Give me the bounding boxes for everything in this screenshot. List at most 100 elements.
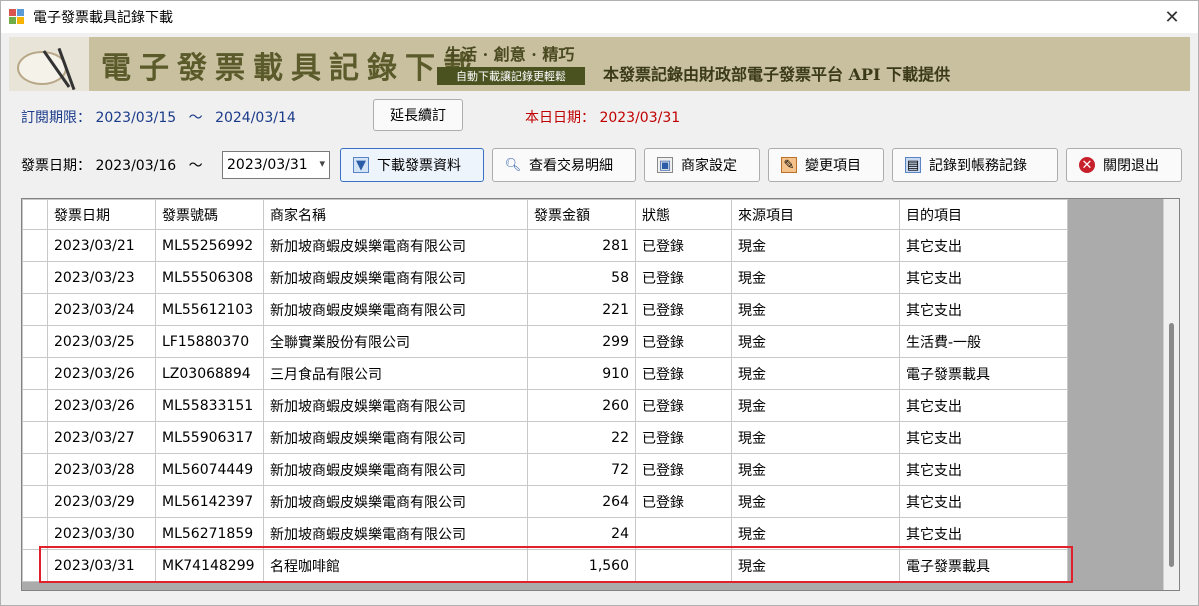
table-cell[interactable]: LZ03068894	[155, 357, 264, 390]
row-header-cell[interactable]	[22, 357, 48, 390]
close-exit-button[interactable]: ✕ 關閉退出	[1066, 148, 1182, 182]
table-cell[interactable]: 299	[527, 325, 636, 358]
window-close-button[interactable]: ✕	[1152, 3, 1192, 31]
table-row[interactable]: 2023/03/28 ML56074449 新加坡商蝦皮娛樂電商有限公司 72 已登錄現…	[22, 453, 1068, 486]
table-cell[interactable]: 新加坡商蝦皮娛樂電商有限公司	[263, 261, 528, 294]
table-cell[interactable]: 2023/03/29	[47, 485, 156, 518]
table-cell[interactable]: 其它支出	[899, 293, 1068, 326]
row-header-cell[interactable]	[22, 229, 48, 262]
table-cell[interactable]: 1,560	[527, 549, 636, 582]
row-header-cell[interactable]	[22, 293, 48, 326]
row-header-cell[interactable]	[22, 389, 48, 422]
table-cell[interactable]: 新加坡商蝦皮娛樂電商有限公司	[263, 293, 528, 326]
table-cell[interactable]: ML56271859	[155, 517, 264, 550]
table-cell[interactable]: ML55906317	[155, 421, 264, 454]
table-cell[interactable]: 已登錄	[635, 325, 732, 358]
table-cell[interactable]: 2023/03/24	[47, 293, 156, 326]
chevron-down-icon[interactable]: ▾	[319, 157, 325, 170]
table-cell[interactable]: 2023/03/28	[47, 453, 156, 486]
table-row[interactable]: 2023/03/21 ML55256992 新加坡商蝦皮娛樂電商有限公司 281 已登錄…	[22, 229, 1068, 262]
table-cell[interactable]: 現金	[731, 325, 900, 358]
table-row[interactable]: 2023/03/26 ML55833151 新加坡商蝦皮娛樂電商有限公司 260 已登錄…	[22, 389, 1068, 422]
table-cell[interactable]: ML55256992	[155, 229, 264, 262]
view-details-button[interactable]: 🔍︎ 查看交易明細	[492, 148, 636, 182]
table-cell[interactable]: 2023/03/26	[47, 389, 156, 422]
table-cell[interactable]: 已登錄	[635, 357, 732, 390]
table-row[interactable]: 2023/03/31 MK74148299 名程咖啡館 1,560 現金 電子發票載具	[22, 549, 1068, 582]
table-cell[interactable]: 260	[527, 389, 636, 422]
row-header-cell[interactable]	[22, 325, 48, 358]
table-cell[interactable]: 2023/03/27	[47, 421, 156, 454]
column-header[interactable]: 發票號碼	[155, 199, 264, 230]
column-header[interactable]: 狀態	[635, 199, 732, 230]
row-header-cell[interactable]	[22, 453, 48, 486]
table-cell[interactable]: 名程咖啡館	[263, 549, 528, 582]
vertical-scrollbar[interactable]	[1163, 199, 1179, 590]
table-cell[interactable]: 22	[527, 421, 636, 454]
table-cell[interactable]: ML55833151	[155, 389, 264, 422]
table-row[interactable]: 2023/03/26 LZ03068894 三月食品有限公司 910 已登錄 現金 電子發票…	[22, 357, 1068, 390]
record-to-accounts-button[interactable]: ▤ 記錄到帳務記錄	[892, 148, 1058, 182]
table-cell[interactable]: 現金	[731, 293, 900, 326]
table-cell[interactable]: 其它支出	[899, 261, 1068, 294]
table-cell[interactable]: 24	[527, 517, 636, 550]
table-cell[interactable]: 2023/03/21	[47, 229, 156, 262]
table-cell[interactable]: LF15880370	[155, 325, 264, 358]
table-cell[interactable]: 72	[527, 453, 636, 486]
table-cell[interactable]: 新加坡商蝦皮娛樂電商有限公司	[263, 389, 528, 422]
table-cell[interactable]	[635, 549, 732, 582]
table-cell[interactable]: 其它支出	[899, 517, 1068, 550]
table-cell[interactable]: 新加坡商蝦皮娛樂電商有限公司	[263, 485, 528, 518]
table-cell[interactable]: 現金	[731, 261, 900, 294]
merchant-settings-button[interactable]: ▣ 商家設定	[644, 148, 760, 182]
table-cell[interactable]: 現金	[731, 453, 900, 486]
table-cell[interactable]: 其它支出	[899, 485, 1068, 518]
table-cell[interactable]: 生活費-一般	[899, 325, 1068, 358]
table-cell[interactable]: 2023/03/26	[47, 357, 156, 390]
table-cell[interactable]: 三月食品有限公司	[263, 357, 528, 390]
table-cell[interactable]: 現金	[731, 357, 900, 390]
table-cell[interactable]: 現金	[731, 485, 900, 518]
table-cell[interactable]: 電子發票載具	[899, 357, 1068, 390]
extend-subscription-button[interactable]: 延長續訂	[373, 99, 463, 131]
download-invoices-button[interactable]: ▼ 下載發票資料	[340, 148, 484, 182]
scrollbar-thumb[interactable]	[1169, 323, 1174, 567]
table-row[interactable]: 2023/03/24 ML55612103 新加坡商蝦皮娛樂電商有限公司 221 已登錄…	[22, 293, 1068, 326]
table-cell[interactable]: 已登錄	[635, 261, 732, 294]
table-cell[interactable]	[635, 517, 732, 550]
table-cell[interactable]: MK74148299	[155, 549, 264, 582]
table-cell[interactable]: 已登錄	[635, 293, 732, 326]
table-row[interactable]: 2023/03/25 LF15880370 全聯實業股份有限公司 299 已登錄 現金 生活…	[22, 325, 1068, 358]
row-header-cell[interactable]	[22, 421, 48, 454]
table-cell[interactable]: 已登錄	[635, 453, 732, 486]
column-header[interactable]: 商家名稱	[263, 199, 528, 230]
table-cell[interactable]: 已登錄	[635, 485, 732, 518]
table-cell[interactable]: 已登錄	[635, 389, 732, 422]
table-cell[interactable]: 264	[527, 485, 636, 518]
table-cell[interactable]: 新加坡商蝦皮娛樂電商有限公司	[263, 421, 528, 454]
table-cell[interactable]: 現金	[731, 421, 900, 454]
table-cell[interactable]: 現金	[731, 517, 900, 550]
table-cell[interactable]: 2023/03/23	[47, 261, 156, 294]
invoice-end-date-picker[interactable]: 2023/03/31 ▾	[222, 151, 330, 179]
invoice-grid[interactable]: 發票日期 發票號碼 商家名稱 發票金額 狀態 來源項目 目的項目 2023/03…	[21, 198, 1180, 591]
column-header[interactable]: 來源項目	[731, 199, 900, 230]
table-row[interactable]: 2023/03/29 ML56142397 新加坡商蝦皮娛樂電商有限公司 264 已登錄…	[22, 485, 1068, 518]
table-cell[interactable]: 電子發票載具	[899, 549, 1068, 582]
table-cell[interactable]: 新加坡商蝦皮娛樂電商有限公司	[263, 453, 528, 486]
table-cell[interactable]: 2023/03/25	[47, 325, 156, 358]
table-cell[interactable]: ML55506308	[155, 261, 264, 294]
table-cell[interactable]: 其它支出	[899, 389, 1068, 422]
table-row[interactable]: 2023/03/27 ML55906317 新加坡商蝦皮娛樂電商有限公司 22 已登錄現…	[22, 421, 1068, 454]
row-header-cell[interactable]	[22, 261, 48, 294]
row-header-cell[interactable]	[22, 549, 48, 582]
table-cell[interactable]: 現金	[731, 549, 900, 582]
table-cell[interactable]: 其它支出	[899, 421, 1068, 454]
column-header[interactable]: 目的項目	[899, 199, 1068, 230]
change-items-button[interactable]: ✎ 變更項目	[768, 148, 884, 182]
table-cell[interactable]: 221	[527, 293, 636, 326]
row-header-cell[interactable]	[22, 517, 48, 550]
table-cell[interactable]: 新加坡商蝦皮娛樂電商有限公司	[263, 517, 528, 550]
table-cell[interactable]: 58	[527, 261, 636, 294]
table-cell[interactable]: 已登錄	[635, 421, 732, 454]
